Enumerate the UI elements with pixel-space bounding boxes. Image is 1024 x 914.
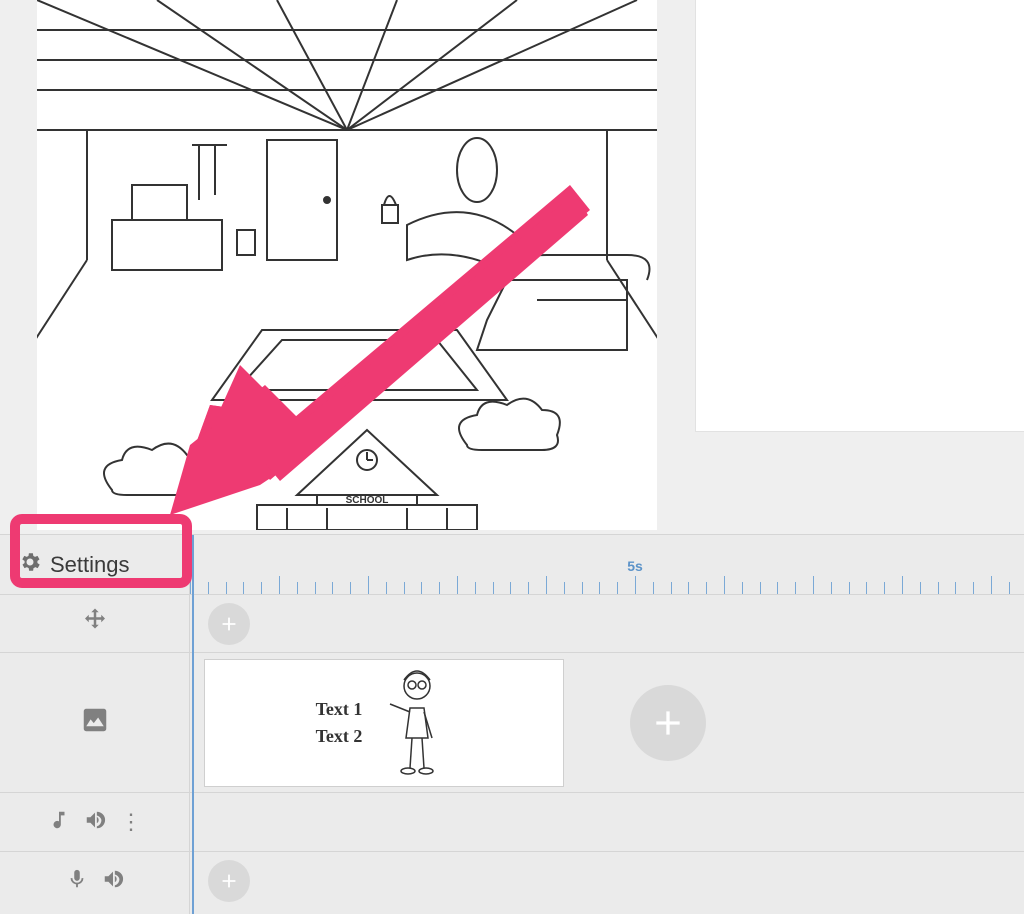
image-track[interactable]: Text 1 Text 2	[190, 653, 1024, 793]
clip-text-1: Text 1	[316, 699, 363, 720]
playhead[interactable]	[192, 535, 194, 914]
move-icon	[80, 606, 110, 641]
microphone-icon	[66, 868, 88, 895]
canvas-area: SCHOOL	[0, 0, 1024, 535]
gear-icon	[18, 550, 42, 580]
ruler-row[interactable]: 5s	[190, 535, 1024, 595]
annotation-arrow	[170, 185, 590, 515]
volume-icon	[102, 868, 124, 895]
ruler-label-5s: 5s	[627, 558, 643, 574]
move-track-icon-cell[interactable]	[0, 595, 189, 652]
settings-label: Settings	[50, 552, 130, 578]
volume-icon	[84, 809, 106, 836]
settings-button[interactable]: Settings	[0, 535, 189, 594]
character-thumbnail	[382, 668, 452, 778]
timeline-left-col: Settings	[0, 535, 190, 914]
music-track[interactable]	[190, 793, 1024, 852]
image-icon	[80, 705, 110, 740]
move-track[interactable]	[190, 595, 1024, 653]
timeline-tracks: 5s Text 1 Text 2	[190, 535, 1024, 914]
mic-track-icon-cell[interactable]	[0, 852, 189, 911]
add-scene-button[interactable]	[630, 685, 706, 761]
mic-track[interactable]	[190, 852, 1024, 911]
menu-dots-icon[interactable]: ⋮	[120, 811, 141, 833]
add-move-button[interactable]	[208, 603, 250, 645]
time-ruler[interactable]	[190, 570, 1024, 594]
side-panel	[695, 0, 1024, 432]
image-track-icon-cell[interactable]	[0, 653, 189, 792]
music-track-icon-cell[interactable]: ⋮	[0, 793, 189, 851]
timeline-area: Settings	[0, 534, 1024, 913]
music-note-icon	[48, 809, 70, 836]
add-voice-button[interactable]	[208, 860, 250, 902]
clip-text-2: Text 2	[316, 726, 363, 747]
scene-clip[interactable]: Text 1 Text 2	[204, 659, 564, 787]
